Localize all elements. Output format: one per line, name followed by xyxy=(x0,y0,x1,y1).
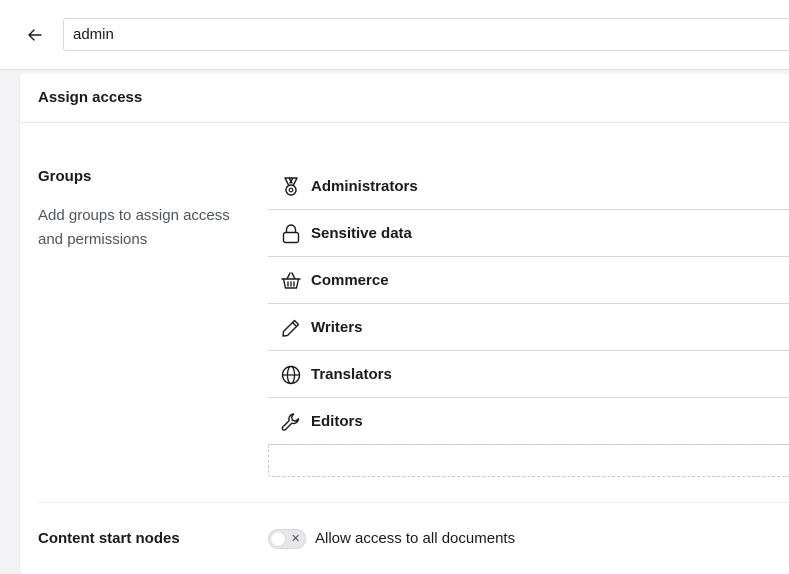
pencil-icon xyxy=(281,318,301,338)
top-bar xyxy=(0,0,789,70)
group-item-editors[interactable]: Editors xyxy=(268,398,789,445)
name-input[interactable] xyxy=(63,18,789,51)
medal-icon xyxy=(281,177,301,197)
group-list: Administrators Sensitive data Commerce W… xyxy=(268,163,789,477)
group-label: Sensitive data xyxy=(311,225,412,242)
group-item-writers[interactable]: Writers xyxy=(268,304,789,351)
wrench-icon xyxy=(281,412,301,432)
allow-all-documents-label: Allow access to all documents xyxy=(315,530,516,547)
allow-all-documents-toggle[interactable]: ✕ xyxy=(268,529,306,549)
group-item-administrators[interactable]: Administrators xyxy=(268,163,789,210)
toggle-knob xyxy=(271,532,285,546)
content-start-nodes-title: Content start nodes xyxy=(38,530,180,547)
group-label: Translators xyxy=(311,366,392,383)
groups-description: Add groups to assign access and permissi… xyxy=(38,207,230,248)
group-item-translators[interactable]: Translators xyxy=(268,351,789,398)
groups-title: Groups xyxy=(38,168,92,185)
group-label: Editors xyxy=(311,413,363,430)
group-label: Commerce xyxy=(311,272,389,289)
toggle-off-icon: ✕ xyxy=(291,533,301,545)
lock-icon xyxy=(281,224,301,244)
panel-title: Assign access xyxy=(38,89,143,106)
back-button[interactable] xyxy=(22,22,48,48)
add-group-button[interactable] xyxy=(268,444,789,477)
globe-icon xyxy=(281,365,301,385)
section-divider xyxy=(38,502,789,503)
group-label: Administrators xyxy=(311,178,418,195)
group-item-sensitive-data[interactable]: Sensitive data xyxy=(268,210,789,257)
panel-header: Assign access xyxy=(20,74,789,123)
assign-access-panel: Assign access Groups Add groups to assig… xyxy=(20,74,789,574)
group-label: Writers xyxy=(311,319,363,336)
basket-icon xyxy=(281,271,301,291)
group-item-commerce[interactable]: Commerce xyxy=(268,257,789,304)
arrow-left-icon xyxy=(28,29,42,41)
